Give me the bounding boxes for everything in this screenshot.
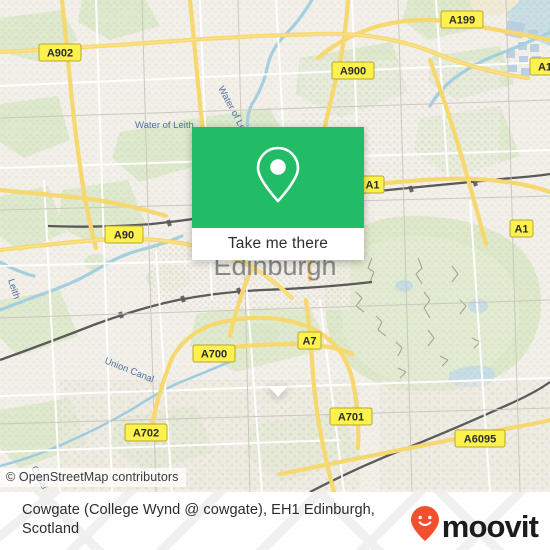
popup-header: [192, 127, 364, 228]
road-shield-label: A7: [302, 336, 316, 348]
road-shield-label: A900: [340, 66, 366, 78]
road-shield-label: A902: [47, 48, 73, 60]
road-shield[interactable]: A90: [104, 225, 144, 244]
water-label: Water of Leith: [135, 120, 194, 131]
location-caption: Cowgate (College Wynd @ cowgate), EH1 Ed…: [22, 502, 375, 537]
road-shield[interactable]: A701: [329, 407, 373, 426]
map-screenshot: Water of Leith Water of Leith Leith Unio…: [0, 0, 550, 550]
road-shield-label: A90: [114, 230, 134, 242]
road-shield-label: A1: [538, 62, 550, 74]
road-shield-label: A6095: [464, 434, 496, 446]
road-shield[interactable]: A6095: [454, 429, 506, 448]
moovit-logo[interactable]: moovit: [410, 505, 539, 548]
road-shield-label: A701: [338, 412, 364, 424]
moovit-wordmark: moovit: [441, 509, 539, 544]
map-pin-icon: [253, 144, 303, 211]
moovit-smiley-pin-icon: [410, 505, 440, 548]
road-shield-label: A199: [449, 15, 475, 27]
road-shield[interactable]: A1: [360, 175, 385, 194]
road-shield-label: A700: [201, 349, 227, 361]
road-shield[interactable]: A702: [124, 423, 168, 442]
road-shield[interactable]: A1: [509, 219, 534, 238]
road-shield-label: A1: [514, 224, 528, 236]
location-popup-card[interactable]: Take me there: [192, 127, 364, 397]
road-shield[interactable]: A199: [440, 10, 484, 29]
road-shield[interactable]: A7: [297, 331, 322, 350]
osm-attribution[interactable]: © OpenStreetMap contributors: [0, 468, 186, 487]
road-shield[interactable]: A902: [38, 43, 82, 62]
road-shield-label: A702: [133, 428, 159, 440]
road-shield-label: A1: [365, 180, 379, 192]
take-me-there-button[interactable]: Take me there: [192, 228, 364, 260]
road-shield[interactable]: A900: [331, 61, 375, 80]
footer-bar: Cowgate (College Wynd @ cowgate), EH1 Ed…: [0, 492, 550, 550]
road-shield[interactable]: A1: [529, 57, 550, 76]
road-shield[interactable]: A700: [192, 344, 236, 363]
popup-pointer-tail: [268, 386, 288, 397]
